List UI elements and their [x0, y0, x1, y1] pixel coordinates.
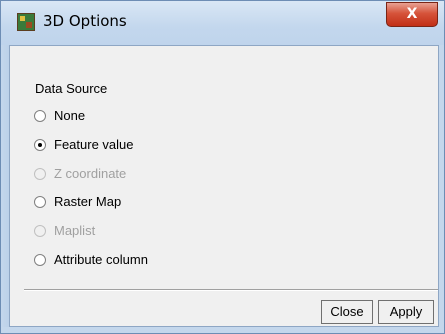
window-close-button[interactable]: X [386, 2, 438, 27]
data-source-label: Data Source [35, 81, 108, 96]
app-map-icon [17, 13, 35, 31]
radio-label: Z coordinate [54, 166, 127, 181]
radio-button[interactable] [34, 254, 46, 266]
radio-button-disabled [34, 168, 46, 180]
apply-button[interactable]: Apply [378, 300, 434, 324]
title-bar[interactable]: 3D Options X [1, 1, 444, 45]
radio-button[interactable] [34, 196, 46, 208]
radio-label: None [54, 108, 86, 123]
close-button[interactable]: Close [321, 300, 373, 324]
radio-label: Attribute column [54, 252, 148, 267]
options-window: 3D Options X Data Source None Feature va… [0, 0, 445, 334]
radio-button[interactable] [34, 110, 46, 122]
dialog-body: Data Source None Feature value Z coordin… [9, 45, 439, 327]
window-frame-left [1, 45, 9, 327]
radio-button-disabled [34, 225, 46, 237]
footer-divider [24, 289, 438, 291]
radio-label: Feature value [54, 137, 134, 152]
radio-label: Raster Map [54, 194, 122, 209]
radio-button-checked[interactable] [34, 139, 46, 151]
radio-label: Maplist [54, 223, 96, 238]
window-title: 3D Options [43, 12, 127, 30]
